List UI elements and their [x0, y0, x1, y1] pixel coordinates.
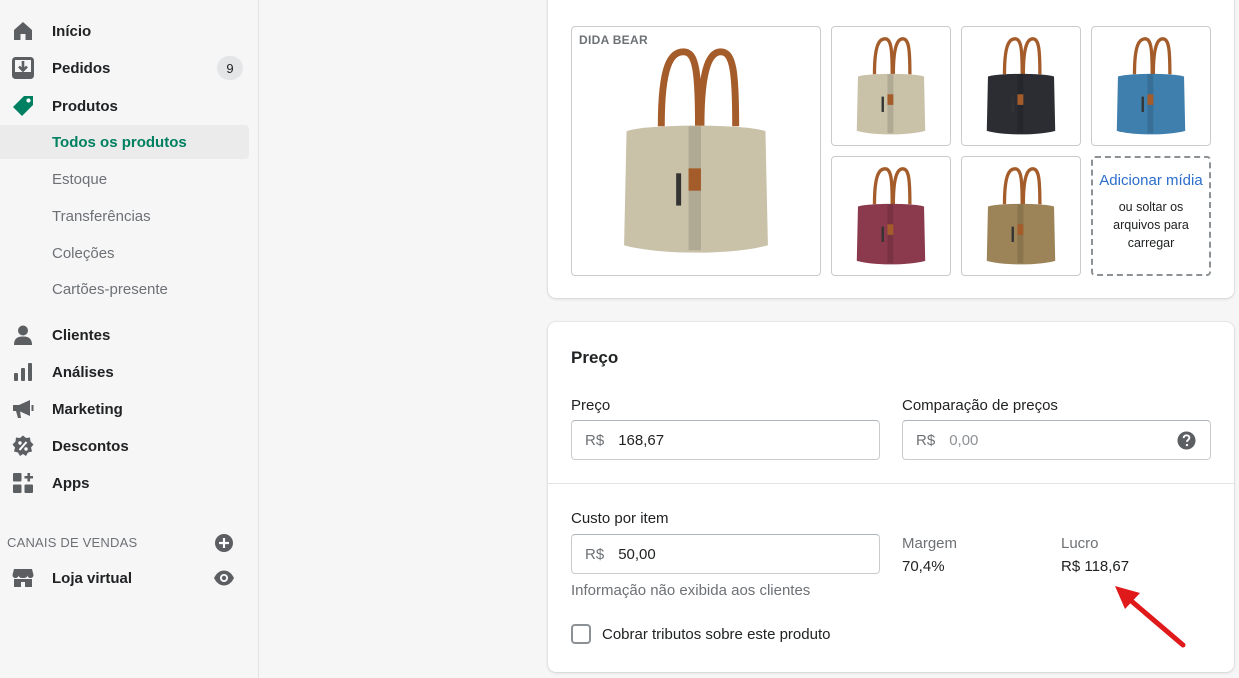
sidebar-subitem-label: Cartões-presente — [52, 280, 168, 298]
charge-tax-checkbox[interactable] — [571, 624, 591, 644]
margin-label: Margem — [902, 535, 958, 552]
add-sales-channel-icon[interactable] — [214, 533, 234, 553]
cost-value: 50,00 — [618, 545, 656, 563]
store-icon — [12, 567, 34, 589]
margin-value: 70,4% — [902, 558, 945, 575]
orders-icon — [12, 57, 34, 79]
sidebar-subitem-label: Estoque — [52, 170, 108, 188]
tag-icon — [12, 95, 34, 117]
sidebar-item-label: Loja virtual — [52, 569, 133, 587]
sidebar-item-produtos[interactable]: Produtos — [0, 89, 249, 123]
add-media-dropzone[interactable]: Adicionar mídia ou soltar os arquivos par… — [1091, 156, 1211, 276]
media-card: DIDA BEAR Adicionar mídia ou soltar os a… — [548, 0, 1234, 298]
orders-count-badge: 9 — [217, 56, 243, 80]
price-label: Preço — [571, 397, 611, 414]
eye-icon[interactable] — [213, 569, 235, 587]
compare-price-input[interactable]: R$ 0,00 — [902, 420, 1211, 460]
section-divider — [548, 483, 1234, 484]
add-media-link[interactable]: Adicionar mídia — [1093, 170, 1209, 192]
media-thumbnail-bag-beige[interactable] — [831, 26, 951, 146]
bag-image — [986, 167, 1056, 265]
media-thumbnail-bag-khaki[interactable] — [961, 156, 1081, 276]
bag-image — [624, 48, 768, 253]
question-circle-icon[interactable] — [1177, 431, 1196, 450]
sidebar-item-label: Produtos — [52, 97, 118, 115]
sales-channels-title: CANAIS DE VENDAS — [7, 535, 138, 550]
sidebar-item-clientes[interactable]: Clientes — [0, 318, 249, 352]
price-input[interactable]: R$ 168,67 — [571, 420, 880, 460]
profit-value: R$ 118,67 — [1061, 558, 1130, 575]
sidebar-subitem-label: Transferências — [52, 207, 151, 225]
price-card-title: Preço — [571, 348, 619, 367]
media-thumbnail-bag-blue[interactable] — [1091, 26, 1211, 146]
media-thumbnail-bag-black[interactable] — [961, 26, 1081, 146]
apps-icon — [12, 472, 34, 494]
sidebar-item-inicio[interactable]: Início — [0, 14, 249, 48]
sidebar-item-loja-virtual[interactable]: Loja virtual — [0, 561, 249, 595]
currency-prefix: R$ — [585, 431, 605, 449]
home-icon — [12, 20, 34, 42]
sidebar-item-label: Clientes — [52, 326, 111, 344]
bar-chart-icon — [12, 361, 34, 383]
compare-price-placeholder: 0,00 — [949, 431, 979, 449]
sidebar-subitem-transferencias[interactable]: Transferências — [0, 199, 249, 233]
sidebar-item-apps[interactable]: Apps — [0, 466, 249, 500]
sidebar-item-label: Apps — [52, 474, 90, 492]
main-media-image[interactable]: DIDA BEAR — [571, 26, 821, 276]
bag-image — [856, 37, 926, 135]
price-value: 168,67 — [618, 431, 665, 449]
sidebar-subitem-todos-os-produtos[interactable]: Todos os produtos — [0, 125, 249, 159]
bag-image — [1116, 37, 1186, 135]
sidebar-subitem-label: Coleções — [52, 244, 115, 262]
bag-image — [856, 167, 926, 265]
sidebar-item-pedidos[interactable]: Pedidos 9 — [0, 51, 249, 85]
profit-label: Lucro — [1061, 535, 1099, 552]
sidebar-subitem-label: Todos os produtos — [52, 133, 187, 151]
media-thumbnail-bag-wine[interactable] — [831, 156, 951, 276]
sidebar-item-label: Análises — [52, 363, 114, 381]
currency-prefix: R$ — [585, 545, 605, 563]
sidebar-subitem-colecoes[interactable]: Coleções — [0, 236, 249, 270]
sidebar-item-descontos[interactable]: Descontos — [0, 429, 249, 463]
sidebar-item-label: Marketing — [52, 400, 123, 418]
currency-prefix: R$ — [916, 431, 936, 449]
megaphone-icon — [12, 398, 34, 420]
bag-image — [986, 37, 1056, 135]
cost-help-text: Informação não exibida aos clientes — [571, 582, 811, 599]
discount-icon — [12, 435, 34, 457]
sidebar-item-analises[interactable]: Análises — [0, 355, 249, 389]
sidebar-item-label: Descontos — [52, 437, 129, 455]
sidebar-subitem-estoque[interactable]: Estoque — [0, 162, 249, 196]
cost-per-item-input[interactable]: R$ 50,00 — [571, 534, 880, 574]
person-icon — [12, 324, 34, 346]
sidebar: Início Pedidos 9 Produtos Todos os produ… — [0, 0, 259, 678]
sidebar-item-marketing[interactable]: Marketing — [0, 392, 249, 426]
annotation-arrow-icon — [1115, 586, 1186, 648]
add-media-hint: ou soltar os arquivos para carregar — [1113, 200, 1189, 250]
cost-per-item-label: Custo por item — [571, 510, 669, 527]
sidebar-item-label: Pedidos — [52, 59, 111, 77]
sidebar-item-label: Início — [52, 22, 92, 40]
compare-price-label: Comparação de preços — [902, 397, 1058, 414]
sidebar-subitem-cartoes-presente[interactable]: Cartões-presente — [0, 272, 249, 306]
charge-tax-label[interactable]: Cobrar tributos sobre este produto — [602, 626, 830, 643]
